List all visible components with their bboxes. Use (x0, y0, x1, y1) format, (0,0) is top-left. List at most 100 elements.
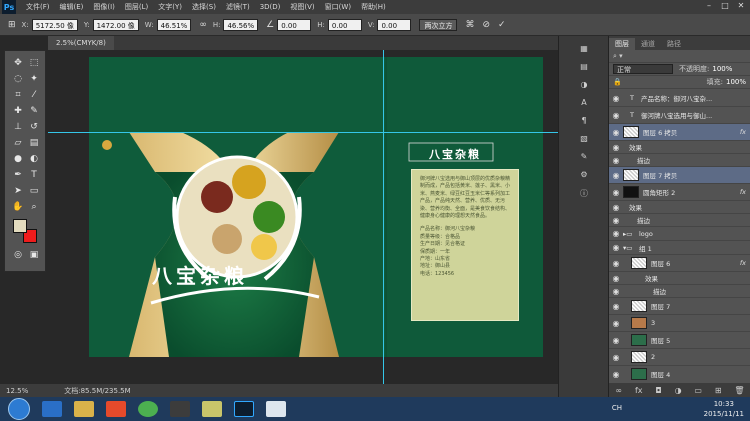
document-tab[interactable]: 2.5%(CMYK/8) (48, 36, 114, 50)
zoom-tool-icon[interactable]: ⌕ (27, 201, 41, 213)
eye-icon[interactable]: ◉ (609, 94, 623, 103)
hskew-input[interactable]: 0.00 (327, 18, 362, 31)
eye-icon[interactable]: ◉ (609, 188, 623, 197)
x-input[interactable]: 5172.50 像 (31, 18, 78, 31)
vertical-guide[interactable] (383, 50, 384, 384)
opacity-input[interactable]: 100% (712, 65, 732, 73)
y-input[interactable]: 1472.00 像 (92, 18, 139, 31)
lasso-tool-icon[interactable]: ◌ (11, 73, 25, 85)
menu-filter[interactable]: 滤镜(T) (226, 2, 250, 12)
fx-icon[interactable]: fx (740, 188, 746, 196)
layer-row[interactable]: ◉ 2 (609, 349, 750, 366)
fx-icon[interactable]: fx (740, 128, 746, 136)
system-clock[interactable]: 10:33 2015/11/11 (704, 399, 744, 419)
lock-icon[interactable]: 🔒 (613, 78, 622, 86)
adjustments-panel-icon[interactable]: ◑ (577, 80, 591, 92)
move-tool-icon[interactable]: ✥ (11, 57, 25, 69)
delete-layer-icon[interactable]: 🗑 (734, 386, 744, 395)
brush-panel-icon[interactable]: ✎ (577, 152, 591, 164)
menu-view[interactable]: 视图(V) (290, 2, 314, 12)
history-panel-icon[interactable]: ▦ (577, 44, 591, 56)
add-style-icon[interactable]: fx (635, 386, 643, 395)
eye-icon[interactable]: ◉ (609, 216, 623, 225)
paragraph-panel-icon[interactable]: ¶ (577, 116, 591, 128)
menu-layer[interactable]: 图层(L) (125, 2, 148, 12)
properties-panel-icon[interactable]: ▤ (577, 62, 591, 74)
fill-input[interactable]: 100% (726, 78, 746, 86)
eye-icon[interactable]: ◉ (609, 203, 623, 212)
gradient-icon[interactable]: ▤ (27, 137, 41, 149)
blend-mode-select[interactable]: 正常 (613, 64, 673, 74)
tab-channels[interactable]: 通道 (635, 38, 661, 50)
layer-row[interactable]: ◉ 图层 6 拷贝 fx (609, 124, 750, 141)
eye-icon[interactable]: ◉ (609, 353, 623, 362)
magic-wand-icon[interactable]: ✦ (27, 73, 41, 85)
new-group-icon[interactable]: ▭ (694, 386, 702, 395)
layer-row[interactable]: ◉ 3 (609, 315, 750, 332)
foreground-color-swatch[interactable] (13, 219, 27, 233)
stamp-icon[interactable]: ⊥ (11, 121, 25, 133)
eye-icon[interactable]: ◉ (609, 287, 623, 296)
horizontal-guide[interactable] (48, 132, 558, 133)
filter-icon[interactable]: ⌕ ▾ (613, 52, 623, 61)
layer-row[interactable]: ◉ T 产品名称：御河八宝杂... (609, 90, 750, 107)
w-input[interactable]: 46.51% (156, 18, 192, 31)
tab-layers[interactable]: 图层 (609, 38, 635, 50)
start-button-icon[interactable] (8, 398, 30, 420)
eye-icon[interactable]: ◉ (609, 156, 623, 165)
maximize-icon[interactable]: □ (720, 2, 730, 10)
layer-row[interactable]: ◉ T 御河牌八宝选用与御山... (609, 107, 750, 124)
eye-icon[interactable]: ◉ (609, 171, 623, 180)
menu-help[interactable]: 帮助(H) (361, 2, 386, 12)
eye-icon[interactable]: ◉ (609, 111, 623, 120)
photoshop-task-icon[interactable] (234, 401, 254, 417)
eye-icon[interactable]: ◉ (609, 319, 623, 328)
menu-window[interactable]: 窗口(W) (325, 2, 351, 12)
dodge-icon[interactable]: ◐ (27, 153, 41, 165)
close-icon[interactable]: ✕ (736, 2, 746, 10)
tool-presets-icon[interactable]: ⚙ (577, 170, 591, 182)
eye-icon[interactable]: ◉ (609, 143, 623, 152)
marquee-tool-icon[interactable]: ⬚ (27, 57, 41, 69)
menu-3d[interactable]: 3D(D) (260, 3, 281, 11)
new-layer-icon[interactable]: ⊞ (715, 386, 722, 395)
tab-paths[interactable]: 路径 (661, 38, 687, 50)
vskew-input[interactable]: 0.00 (377, 18, 412, 31)
add-mask-icon[interactable]: ◘ (655, 386, 661, 395)
effect-row[interactable]: ◉ 描边 (609, 214, 750, 227)
group-row[interactable]: ◉ ▾▭ 组 1 (609, 241, 750, 255)
eye-icon[interactable]: ◉ (609, 274, 623, 283)
angle-input[interactable]: 0.00 (277, 18, 312, 31)
window-task-icon[interactable] (266, 401, 286, 417)
path-select-icon[interactable]: ➤ (11, 185, 25, 197)
shape-tool-icon[interactable]: ▭ (27, 185, 41, 197)
fx-icon[interactable]: fx (740, 259, 746, 267)
chrome-icon[interactable] (138, 401, 158, 417)
explorer-icon[interactable] (74, 401, 94, 417)
h-input[interactable]: 46.56% (223, 18, 259, 31)
screen-mode-icon[interactable]: ▣ (27, 249, 41, 261)
effect-row[interactable]: ◉ 效果 (609, 141, 750, 154)
ime-indicator[interactable]: CH (612, 404, 622, 412)
transform-icon[interactable]: ⊞ (8, 20, 16, 30)
effect-row[interactable]: ◉ 描边 (609, 285, 750, 298)
info-panel-icon[interactable]: ⓘ (577, 188, 591, 200)
ie-icon[interactable] (42, 401, 62, 417)
interpolation-select[interactable]: 两次立方 (419, 18, 458, 31)
adjustment-layer-icon[interactable]: ◑ (675, 386, 682, 395)
eye-icon[interactable]: ◉ (609, 243, 623, 252)
menu-select[interactable]: 选择(S) (192, 2, 216, 12)
healing-icon[interactable]: ✚ (11, 105, 25, 117)
effect-row[interactable]: ◉ 描边 (609, 154, 750, 167)
layer-row[interactable]: ◉ 圆角矩形 2 fx (609, 184, 750, 201)
layer-row[interactable]: ◉ 图层 4 (609, 366, 750, 380)
crop-tool-icon[interactable]: ⌗ (11, 89, 25, 101)
commit-icon[interactable]: ✓ (498, 20, 506, 30)
warp-icon[interactable]: ⌘ (465, 20, 474, 30)
eye-icon[interactable]: ◉ (609, 336, 623, 345)
media-player-icon[interactable] (106, 401, 126, 417)
eye-icon[interactable]: ◉ (609, 259, 623, 268)
link-icon[interactable]: ∞ (199, 20, 207, 30)
quick-mask-icon[interactable]: ◎ (11, 249, 25, 261)
blur-icon[interactable]: ● (11, 153, 25, 165)
